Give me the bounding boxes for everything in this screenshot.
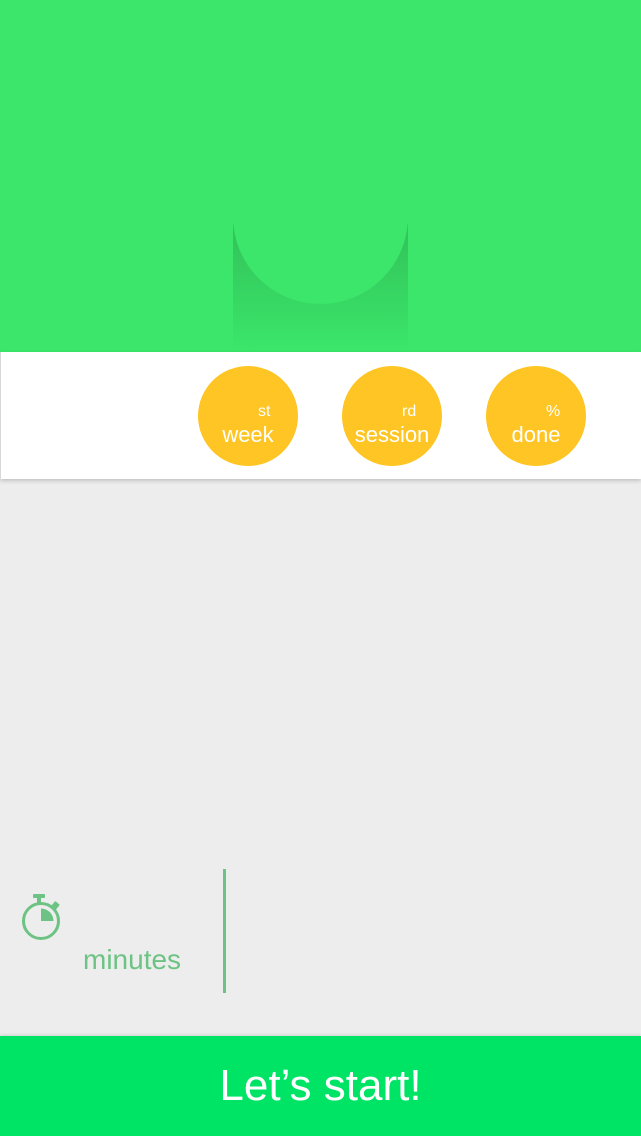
session-suffix: rd bbox=[402, 403, 417, 420]
header-panel bbox=[0, 0, 641, 352]
week-stat-badge: st week bbox=[198, 366, 298, 466]
stopwatch-icon bbox=[20, 893, 64, 941]
week-caption: week bbox=[222, 422, 274, 447]
lets-start-button[interactable]: Let’s start! bbox=[0, 1036, 641, 1136]
done-caption: done bbox=[511, 422, 561, 447]
header-notch bbox=[233, 224, 408, 352]
notch-disc bbox=[233, 224, 408, 304]
duration-unit-label: minutes bbox=[83, 944, 182, 975]
done-suffix: % bbox=[546, 403, 561, 420]
session-caption: session bbox=[354, 422, 430, 447]
vertical-divider bbox=[223, 869, 226, 993]
week-suffix: st bbox=[258, 403, 271, 420]
session-stat-badge: rd session bbox=[342, 366, 442, 466]
done-stat-badge: % done bbox=[486, 366, 586, 466]
stats-bar: st week rd session % done bbox=[0, 352, 641, 479]
notch-mask bbox=[233, 224, 408, 352]
